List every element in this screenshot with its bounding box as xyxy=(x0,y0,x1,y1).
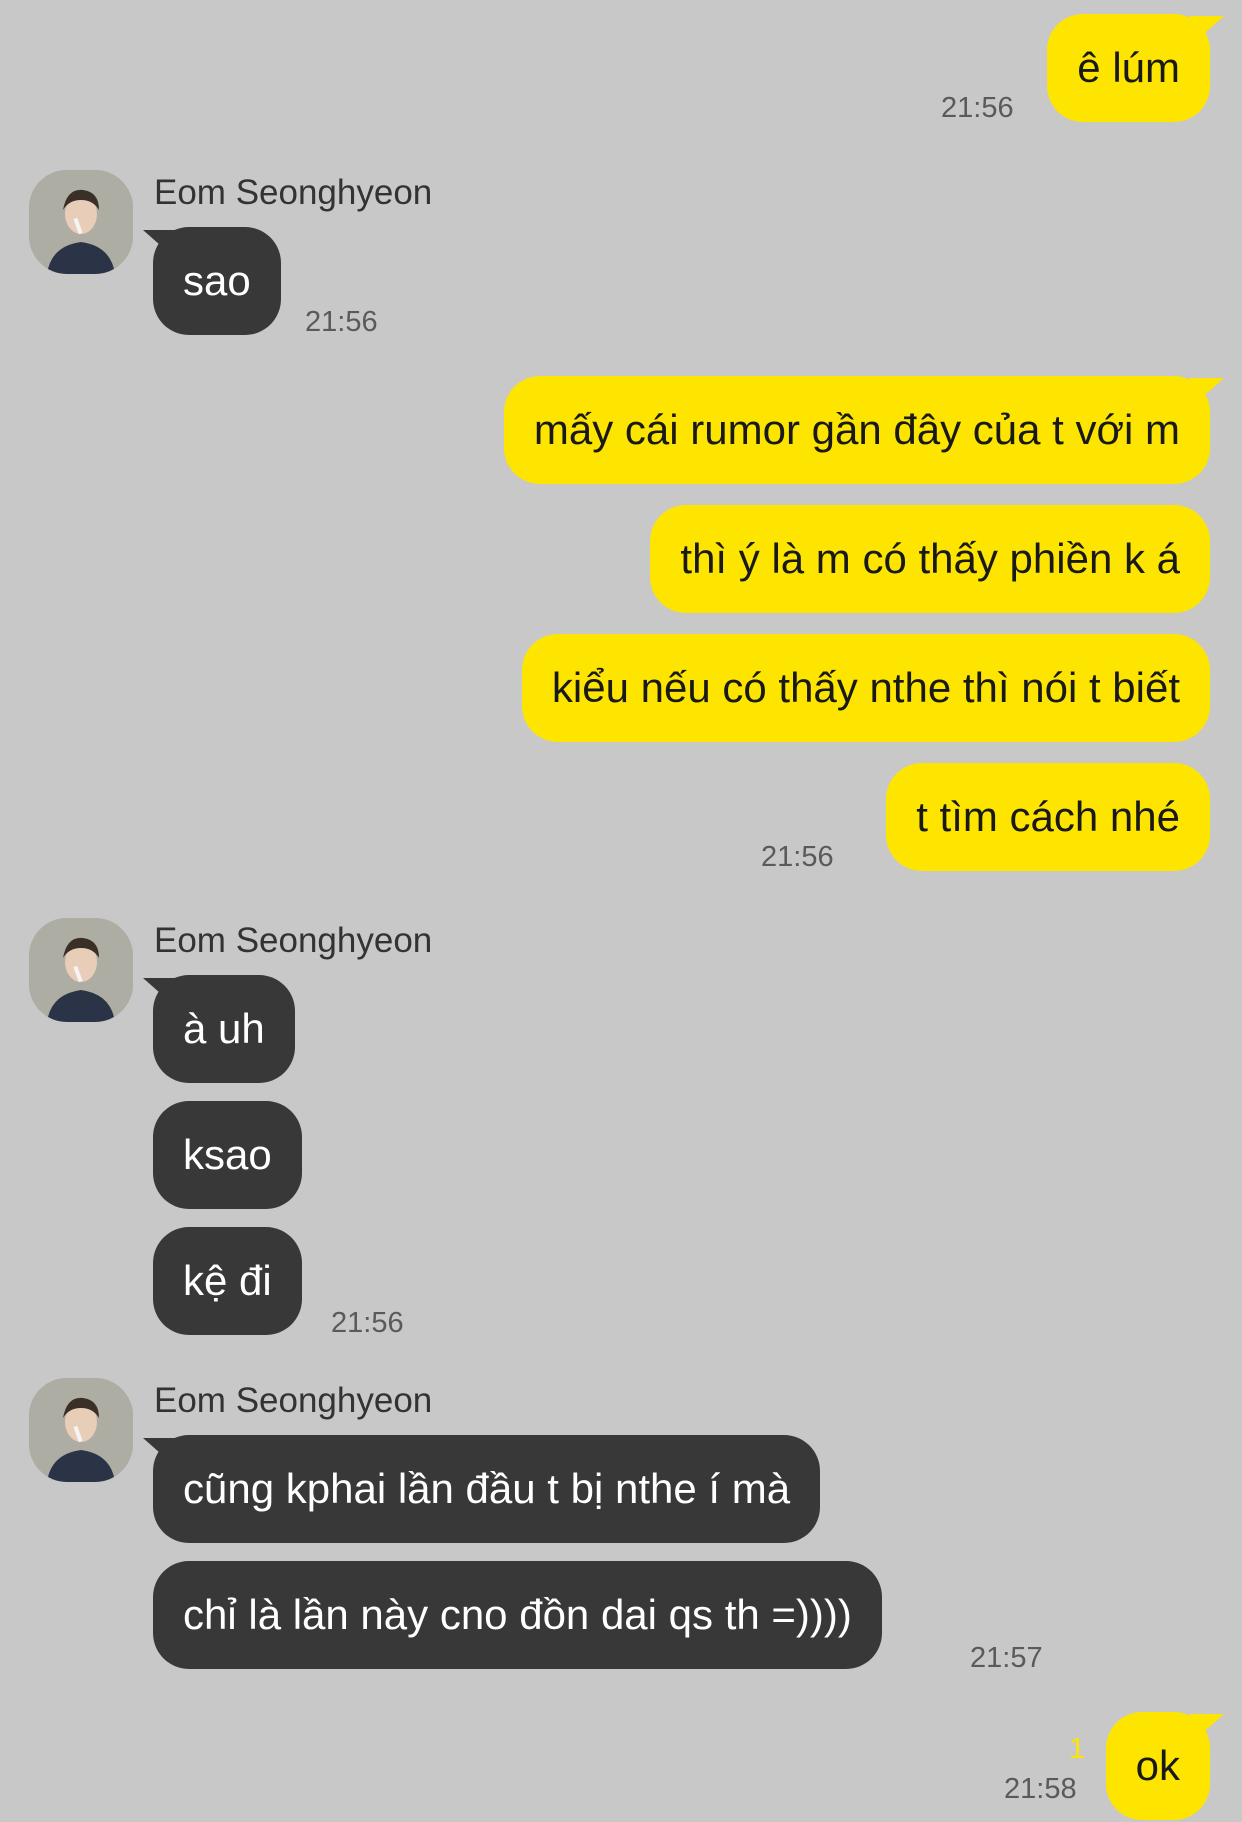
contact-avatar[interactable] xyxy=(29,918,133,1022)
their-message-bubble[interactable]: kệ đi xyxy=(153,1227,302,1335)
message-timestamp: 21:56 xyxy=(761,841,834,873)
my-message-bubble[interactable]: mấy cái rumor gần đây của t với m xyxy=(503,376,1210,484)
my-message-bubble[interactable]: thì ý là m có thấy phiền k á xyxy=(650,505,1210,613)
bubble-tail-right xyxy=(1190,378,1224,408)
message-timestamp: 21:56 xyxy=(331,1307,404,1339)
sender-name: Eom Seonghyeon xyxy=(154,173,433,212)
unread-count: 1 xyxy=(1069,1733,1086,1765)
message-timestamp: 21:58 xyxy=(1004,1773,1077,1805)
my-message-bubble[interactable]: t tìm cách nhé xyxy=(886,763,1210,871)
their-message-bubble[interactable]: cũng kphai lần đầu t bị nthe í mà xyxy=(153,1435,821,1543)
avatar-photo-icon xyxy=(29,918,133,1022)
contact-avatar[interactable] xyxy=(29,1378,133,1482)
contact-avatar[interactable] xyxy=(29,170,133,274)
their-message-bubble[interactable]: ksao xyxy=(153,1101,302,1209)
message-timestamp: 21:56 xyxy=(305,306,378,338)
bubble-tail-right xyxy=(1190,1714,1224,1744)
my-message-bubble[interactable]: ê lúm xyxy=(1047,14,1210,122)
bubble-tail-right xyxy=(1190,16,1224,46)
their-message-bubble[interactable]: sao xyxy=(153,227,281,335)
their-message-bubble[interactable]: chỉ là lần này cno đồn dai qs th =)))) xyxy=(153,1561,882,1669)
message-timestamp: 21:56 xyxy=(941,92,1014,124)
their-message-bubble[interactable]: à uh xyxy=(153,975,295,1083)
message-timestamp: 21:57 xyxy=(970,1642,1043,1674)
avatar-photo-icon xyxy=(29,1378,133,1482)
sender-name: Eom Seonghyeon xyxy=(154,921,433,960)
sender-name: Eom Seonghyeon xyxy=(154,1381,433,1420)
avatar-photo-icon xyxy=(29,170,133,274)
my-message-bubble[interactable]: kiểu nếu có thấy nthe thì nói t biết xyxy=(521,634,1210,742)
